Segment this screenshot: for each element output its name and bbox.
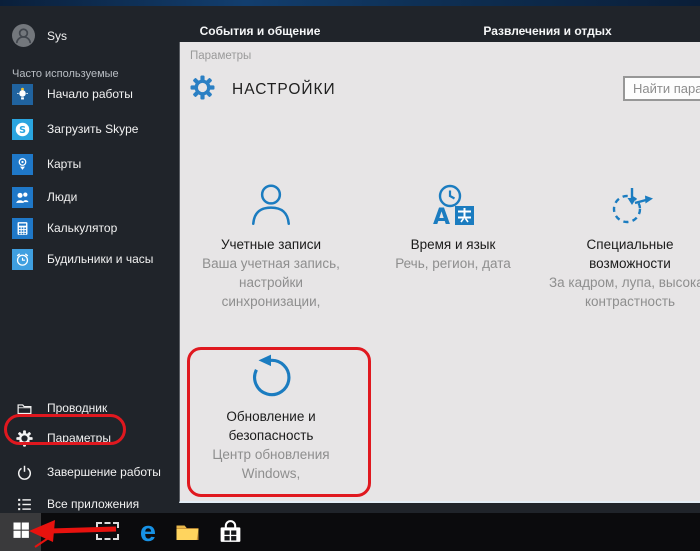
start-menu-item-label: Люди: [47, 190, 77, 204]
tile-title: Учетные записи: [189, 235, 353, 254]
svg-text:A: A: [433, 205, 450, 229]
tile-title: Специальные возможности: [544, 235, 700, 273]
start-menu-item-label: Начало работы: [47, 87, 133, 101]
account-icon: [189, 175, 353, 235]
tile-subtitle: Речь, регион, дата: [373, 254, 533, 273]
search-input[interactable]: [623, 76, 700, 101]
start-menu-item-power[interactable]: Завершение работы: [15, 461, 161, 483]
people-icon: [12, 187, 33, 208]
skype-icon: S: [12, 119, 33, 140]
folder-icon: [15, 399, 33, 417]
user-profile[interactable]: Sys: [12, 24, 67, 47]
start-menu-item-explorer[interactable]: Проводник: [15, 397, 107, 419]
file-explorer-icon[interactable]: [174, 520, 201, 549]
all-apps-icon: [15, 495, 33, 513]
start-menu-item-label: Все приложения: [47, 497, 139, 511]
page-title: НАСТРОЙКИ: [232, 81, 336, 99]
start-menu-item-get-started[interactable]: Начало работы: [12, 83, 133, 105]
desktop-screen: События и общение Развлечения и отдых Sy…: [0, 0, 700, 551]
start-menu-item-people[interactable]: Люди: [12, 186, 77, 208]
start-menu-item-label: Загрузить Skype: [47, 122, 138, 136]
map-pin-icon: [12, 154, 33, 175]
start-menu-item-calculator[interactable]: Калькулятор: [12, 217, 117, 239]
start-menu-item-label: Будильники и часы: [47, 252, 153, 266]
settings-gear-icon: [190, 75, 215, 105]
svg-text:S: S: [19, 125, 26, 136]
user-name: Sys: [47, 29, 67, 43]
settings-tile-update-security[interactable]: Обновление и безопасность Центр обновлен…: [191, 345, 351, 483]
calculator-icon: [12, 218, 33, 239]
alarm-clock-icon: [12, 249, 33, 270]
window-title: Параметры: [190, 50, 251, 62]
tile-title: Время и язык: [373, 235, 533, 254]
start-menu-item-label: Карты: [47, 157, 81, 171]
start-menu-item-alarms[interactable]: Будильники и часы: [12, 248, 153, 270]
tile-group-header: События и общение: [185, 24, 335, 38]
settings-tile-accounts[interactable]: Учетные записи Ваша учетная запись, наст…: [189, 175, 353, 311]
taskbar: e: [0, 513, 700, 551]
ease-of-access-icon: [544, 175, 700, 235]
settings-tile-ease-of-access[interactable]: Специальные возможности За кадром, лупа,…: [544, 175, 700, 311]
settings-window: Параметры НАСТРОЙКИ Учетные записи Ваша …: [179, 42, 700, 503]
time-language-icon: A: [373, 175, 533, 235]
update-icon: [191, 345, 351, 407]
start-menu-item-skype[interactable]: S Загрузить Skype: [12, 118, 138, 140]
start-menu-item-label: Проводник: [47, 401, 107, 415]
start-button[interactable]: [0, 513, 41, 551]
user-avatar-icon[interactable]: [12, 24, 35, 47]
start-menu-item-label: Завершение работы: [47, 465, 161, 479]
tile-subtitle: За кадром, лупа, высокая контрастность: [544, 273, 700, 311]
start-menu-item-settings[interactable]: Параметры: [15, 427, 111, 449]
start-menu: Sys Часто используемые Начало работы S З…: [0, 6, 179, 513]
start-menu-item-label: Параметры: [47, 431, 111, 445]
start-menu-item-label: Калькулятор: [47, 221, 117, 235]
settings-tile-time-language[interactable]: A Время и язык Речь, регион, дата: [373, 175, 533, 273]
tile-subtitle: Центр обновления Windows,: [191, 445, 351, 483]
tile-title: Обновление и безопасность: [191, 407, 351, 445]
windows-logo-icon: [12, 521, 30, 544]
frequent-section-label: Часто используемые: [12, 68, 119, 80]
store-icon[interactable]: [217, 518, 244, 550]
tile-group-header: Развлечения и отдых: [470, 24, 625, 38]
lightbulb-icon: [12, 84, 33, 105]
settings-header: НАСТРОЙКИ: [190, 75, 336, 105]
edge-icon[interactable]: e: [132, 513, 164, 551]
start-menu-item-all-apps[interactable]: Все приложения: [15, 493, 139, 515]
tile-subtitle: Ваша учетная запись, настройки синхрониз…: [189, 254, 353, 311]
start-menu-item-maps[interactable]: Карты: [12, 153, 81, 175]
power-icon: [15, 463, 33, 481]
gear-icon: [15, 429, 33, 447]
